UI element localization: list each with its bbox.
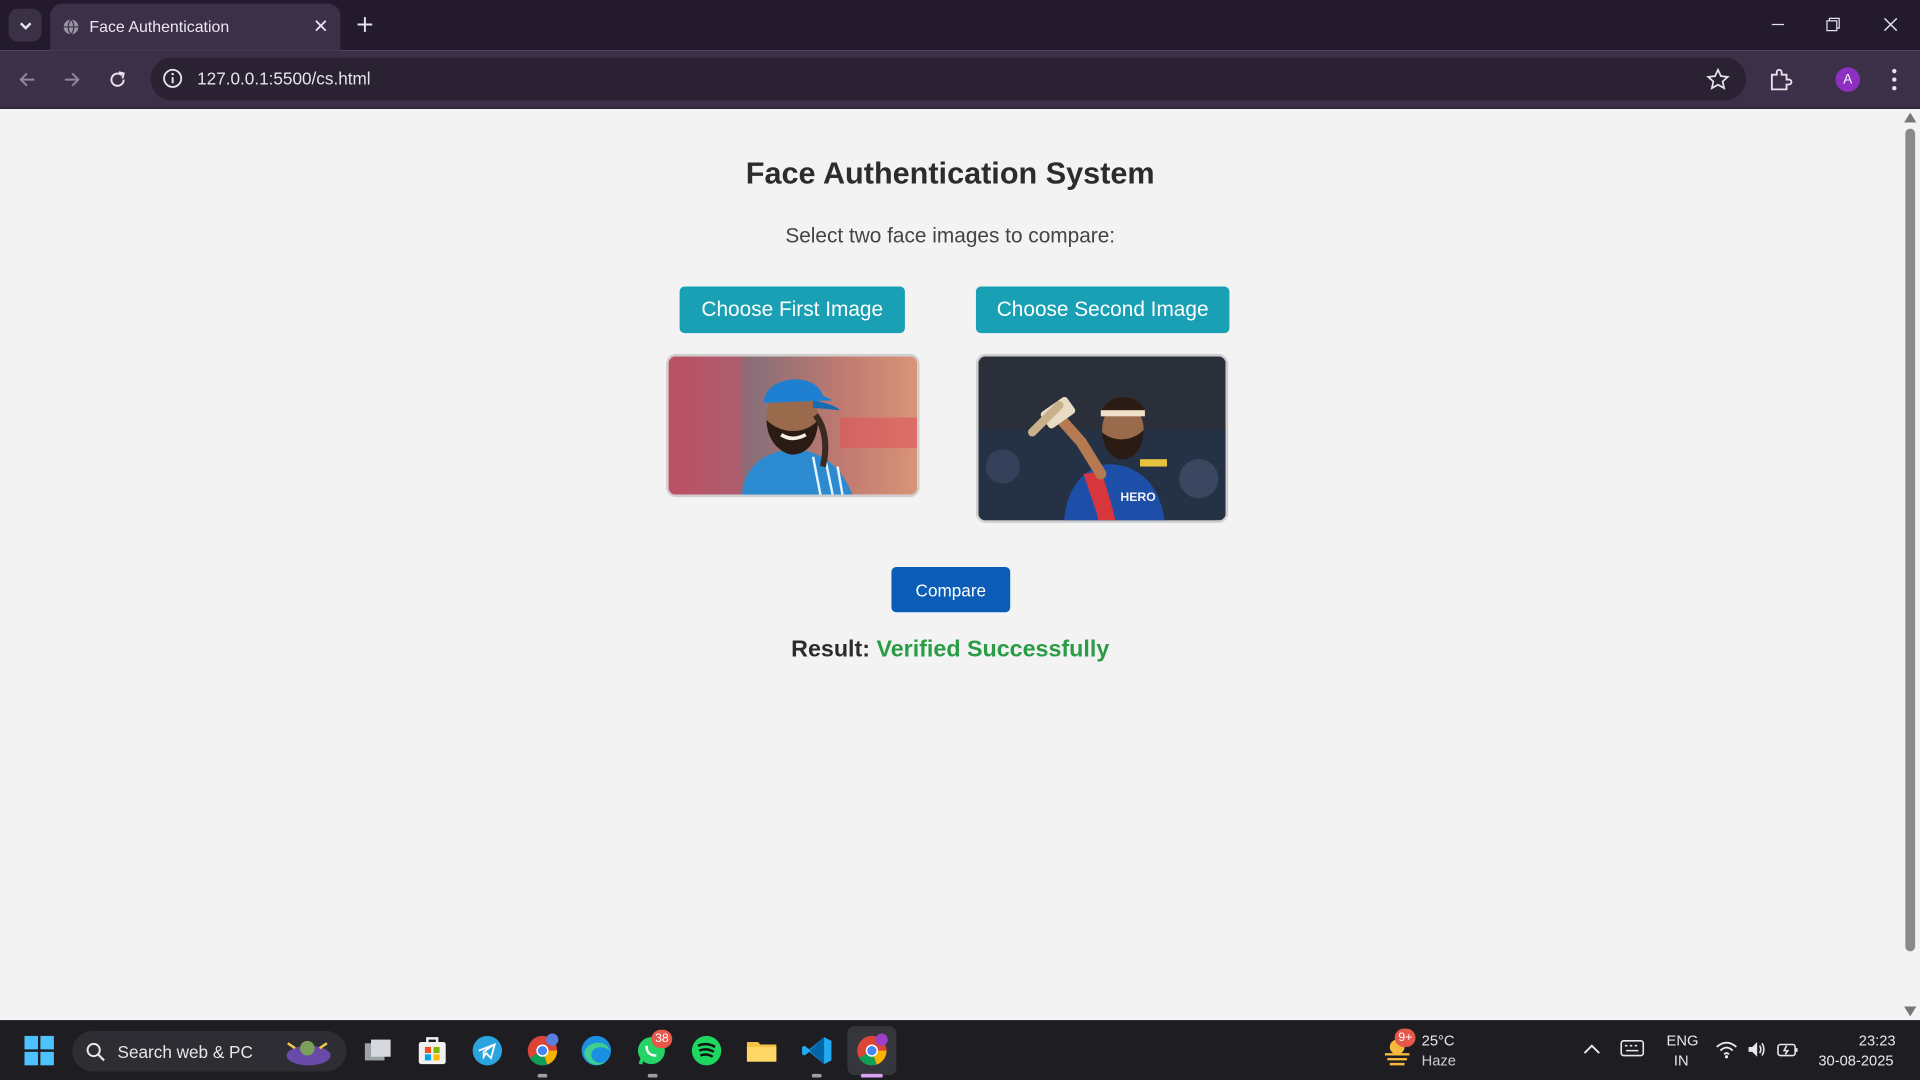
microsoft-store-icon[interactable] — [415, 1033, 449, 1067]
scroll-down-arrow-icon[interactable] — [1904, 1006, 1917, 1017]
menu-kebab-icon[interactable] — [1882, 66, 1906, 93]
close-icon — [1883, 17, 1898, 32]
second-face-image: HERO — [975, 353, 1229, 523]
chrome-icon[interactable] — [525, 1033, 559, 1067]
telegram-icon[interactable] — [470, 1033, 504, 1067]
temperature-text: 25°C — [1421, 1032, 1455, 1050]
whatsapp-badge: 38 — [651, 1029, 673, 1049]
result-label: Result: — [791, 636, 871, 663]
globe-icon — [63, 19, 79, 36]
choose-second-image-button[interactable]: Choose Second Image — [975, 286, 1230, 334]
scrollbar-thumb[interactable] — [1905, 128, 1916, 952]
region-text: IN — [1673, 1051, 1689, 1069]
page-subtitle: Select two face images to compare: — [785, 224, 1116, 248]
chrome-running-indicator — [537, 1073, 548, 1078]
chevron-down-icon — [19, 21, 31, 30]
bookmark-star-icon[interactable] — [1706, 67, 1730, 91]
whatsapp-running-indicator — [647, 1073, 658, 1078]
back-button[interactable] — [11, 64, 43, 96]
spotify-icon[interactable] — [689, 1033, 723, 1067]
minimize-button[interactable] — [1762, 10, 1794, 39]
address-bar[interactable]: 127.0.0.1:5500/cs.html — [150, 57, 1747, 101]
clock-time[interactable]: 23:23 — [1859, 1032, 1896, 1049]
reload-icon — [110, 71, 125, 87]
tab-title: Face Authentication — [89, 17, 230, 36]
compare-button[interactable]: Compare — [891, 566, 1011, 613]
search-placeholder: Search web & PC — [117, 1042, 253, 1062]
choose-first-image-button[interactable]: Choose First Image — [679, 286, 905, 334]
weather-badge: 9+ — [1394, 1028, 1417, 1047]
plus-icon — [357, 17, 373, 32]
new-tab-button[interactable] — [353, 12, 377, 36]
site-info-icon[interactable] — [162, 67, 184, 89]
wifi-icon[interactable] — [1716, 1040, 1738, 1060]
reload-button[interactable] — [102, 64, 134, 96]
scroll-up-arrow-icon[interactable] — [1904, 112, 1917, 123]
extensions-puzzle-icon[interactable] — [1767, 66, 1794, 93]
battery-charging-icon[interactable] — [1777, 1038, 1799, 1060]
page-title: Face Authentication System — [745, 156, 1155, 192]
arrow-right-icon — [64, 72, 80, 87]
tab-close-button[interactable] — [310, 15, 332, 37]
taskbar-search-box[interactable]: Search web & PC — [72, 1031, 347, 1072]
result-status: Verified Successfully — [876, 636, 1110, 663]
close-window-button[interactable] — [1875, 10, 1907, 39]
page-content: Face Authentication System Select two fa… — [0, 108, 1901, 1021]
chrome-active-indicator — [860, 1073, 883, 1078]
forward-button[interactable] — [56, 64, 88, 96]
restore-icon — [1826, 17, 1840, 32]
browser-tab-strip: Face Authentication — [0, 0, 1920, 51]
file-explorer-icon[interactable] — [744, 1033, 778, 1067]
windows-start-icon[interactable] — [23, 1035, 55, 1067]
first-face-image — [666, 353, 920, 498]
search-icon — [86, 1042, 105, 1062]
close-icon — [315, 20, 327, 32]
task-view-icon[interactable] — [361, 1033, 395, 1067]
tab-search-button[interactable] — [8, 8, 42, 42]
arrow-left-icon — [19, 72, 35, 87]
url-text: 127.0.0.1:5500/cs.html — [197, 68, 371, 89]
weather-text: Haze — [1421, 1051, 1456, 1069]
chrome-profile-icon[interactable] — [855, 1033, 889, 1067]
edge-icon[interactable] — [579, 1033, 613, 1067]
keyboard-icon[interactable] — [1620, 1040, 1645, 1057]
windows-taskbar: Search web & PC 38 9+ 25°C Haze ENG IN 2… — [0, 1020, 1920, 1080]
minimize-icon — [1771, 23, 1785, 26]
volume-icon[interactable] — [1746, 1040, 1768, 1060]
clock-date[interactable]: 30-08-2025 — [1818, 1052, 1893, 1069]
vscode-running-indicator — [811, 1073, 822, 1078]
browser-toolbar: 127.0.0.1:5500/cs.html A — [0, 50, 1920, 109]
svg-text:HERO: HERO — [1120, 490, 1155, 504]
browser-tab[interactable]: Face Authentication — [50, 3, 341, 51]
language-text[interactable]: ENG — [1667, 1032, 1699, 1049]
search-highlight-icon — [286, 1040, 331, 1066]
page-scrollbar[interactable] — [1900, 108, 1920, 1021]
result-line: Result: Verified Successfully — [0, 637, 1900, 664]
vscode-icon[interactable] — [800, 1033, 834, 1067]
profile-avatar[interactable]: A — [1835, 67, 1861, 92]
chevron-up-icon[interactable] — [1583, 1043, 1600, 1055]
restore-button[interactable] — [1817, 10, 1849, 39]
